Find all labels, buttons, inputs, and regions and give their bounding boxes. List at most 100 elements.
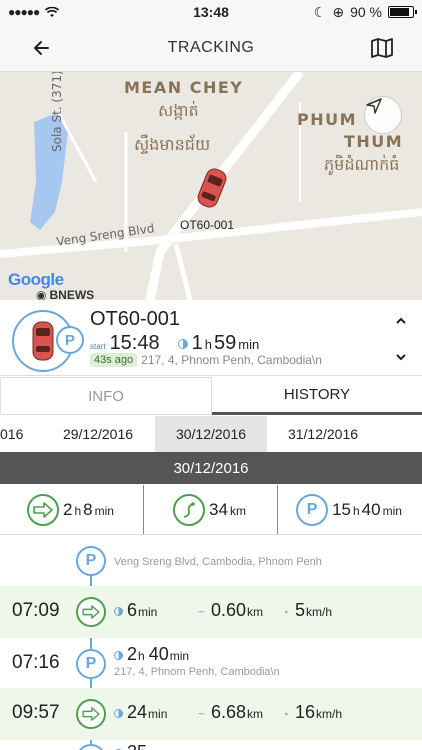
vehicle-address: 217, 4, Phnom Penh, Cambodia\n [141,353,322,367]
park-hours: 15 [332,499,351,519]
drive-hours-unit: h [74,503,82,518]
page-title: TRACKING [167,38,255,56]
duration-unit: min [148,707,168,721]
distance-number: 34 [209,499,228,519]
street-sola: Sola St. (371) [50,72,64,152]
distance-number: 6.68 [211,702,247,722]
history-item[interactable]: 07:09 6 min ~ 0.60 km ◔ 5 km/h [0,586,422,638]
distance-unit: km [247,605,264,619]
drive-arrow-icon [76,699,106,729]
vehicle-duration: 1 h 59 min [177,332,260,355]
day-summary: 2 h 8 min 34 km P 15 h 40 min [0,485,422,535]
drive-minutes-unit: min [94,503,114,518]
clock-icon [114,607,123,616]
start-time: 15:48 [109,332,160,354]
duration-unit: min [138,605,158,619]
history-duration: 24 min [114,702,167,723]
route-icon: ~ [198,605,206,619]
map-khmer-line1: សង្កាត់ [158,101,199,120]
map-label-phum: PHUM [297,110,358,129]
moon-icon: ☾ [313,3,327,20]
drive-arrow-icon [27,493,60,526]
map-view[interactable]: MEAN CHEY សង្កាត់ ស្ទឹងមានជ័យ PHUM THUM … [0,72,422,300]
map-icon[interactable] [370,36,394,60]
park-time-value: 15 h 40 min [332,500,404,520]
vehicle-info-panel[interactable]: P OT60-001 start 15:48 1 h 59 min 43s ag… [0,300,422,376]
duration-number: 6 [127,600,138,620]
battery-percent: 90 % [350,4,382,20]
history-item[interactable]: 09:57 24 min ~ 6.68 km ◔ 16 km/h [0,688,422,740]
history-item[interactable]: P 25 [0,742,422,750]
chevron-down-icon[interactable] [394,350,408,364]
history-duration: 2h 40 min [114,644,189,665]
route-icon: ~ [198,707,206,721]
distance-unit: km [247,707,264,721]
locate-button[interactable] [364,96,402,134]
speed-number: 16 [295,702,316,722]
clock-icon [114,709,123,718]
status-left: ●●●●● [8,5,60,19]
summary-drive-time: 2 h 8 min [0,485,144,534]
drive-time-value: 2 h 8 min [63,500,116,520]
history-duration: 6 min [114,600,157,621]
park-minutes: 40 [361,499,381,519]
history-time: 07:16 [12,652,60,673]
google-wordmark: Google [8,270,64,289]
drive-hours: 2 [63,499,73,519]
chevron-up-icon[interactable] [394,314,408,328]
app-root: ●●●●● 13:48 ☾ ⊕ 90 % TRACKING MEAN CHEY … [0,0,422,750]
navigation-arrow-icon [366,98,382,114]
tab-info[interactable]: INFO [0,377,212,415]
speed-unit: km/h [306,605,333,619]
minutes-unit: min [169,649,190,663]
minutes-number: 40 [148,644,169,664]
drive-arrow-icon [76,597,106,627]
history-distance: ~ 0.60 km [198,600,263,621]
history-item[interactable]: P Veng Sreng Blvd, Cambodia, Phnom Penh [0,542,422,580]
history-duration: 25 [114,742,147,750]
back-arrow-icon[interactable] [28,34,56,62]
rotation-lock-icon: ⊕ [332,3,345,20]
map-label-mean-chey: MEAN CHEY [124,78,244,97]
hours-number: 2 [127,644,138,664]
parking-status-icon: P [56,326,84,354]
duration-number: 25 [127,742,147,750]
date-item[interactable]: 016 [0,416,42,452]
park-minutes-unit: min [382,503,402,518]
duration-number: 24 [127,702,148,722]
status-bar: ●●●●● 13:48 ☾ ⊕ 90 % [0,0,422,24]
date-selector: 016 29/12/2016 30/12/2016 31/12/2016 [0,416,422,452]
battery-icon [388,6,417,18]
speed-unit: km/h [316,707,343,721]
wifi-icon [45,6,60,17]
battery-fill [390,8,409,16]
duration-minutes: 59 [213,332,237,354]
clock-icon [177,339,188,349]
google-logo: Google [8,270,64,290]
drive-minutes: 8 [83,499,93,519]
camera-icon: ◉ [36,288,47,300]
history-timeline: P Veng Sreng Blvd, Cambodia, Phnom Penh … [0,536,422,750]
date-item-selected[interactable]: 30/12/2016 [155,416,267,452]
duration-minutes-unit: min [238,337,260,352]
date-item[interactable]: 31/12/2016 [269,416,377,452]
summary-distance: 34 km [144,485,278,534]
date-item[interactable]: 29/12/2016 [44,416,152,452]
tab-bar: INFO HISTORY [0,377,422,415]
route-icon [173,493,206,526]
duration-hours: 1 [191,332,203,354]
history-speed: ◔ 5 km/h [282,600,332,621]
clock-icon [114,651,123,660]
distance-value: 34 km [209,500,248,520]
day-header: 30/12/2016 [0,452,422,484]
signal-icon: ●●●●● [8,5,40,19]
history-time: 07:09 [12,600,60,621]
tab-history[interactable]: HISTORY [212,377,422,415]
status-right: ☾ ⊕ 90 % [313,3,417,21]
last-update-badge: 43s ago [90,353,138,367]
map-khmer-line2: ស្ទឹងមានជ័យ [134,135,211,154]
history-item[interactable]: 07:16 P 2h 40 min 217, 4, Phnom Penh, Cam… [0,640,422,688]
speedometer-icon: ◔ [282,709,289,721]
map-khmer-line3: ភូមិដំណាក់ធំ [324,155,400,174]
distance-number: 0.60 [211,600,247,620]
